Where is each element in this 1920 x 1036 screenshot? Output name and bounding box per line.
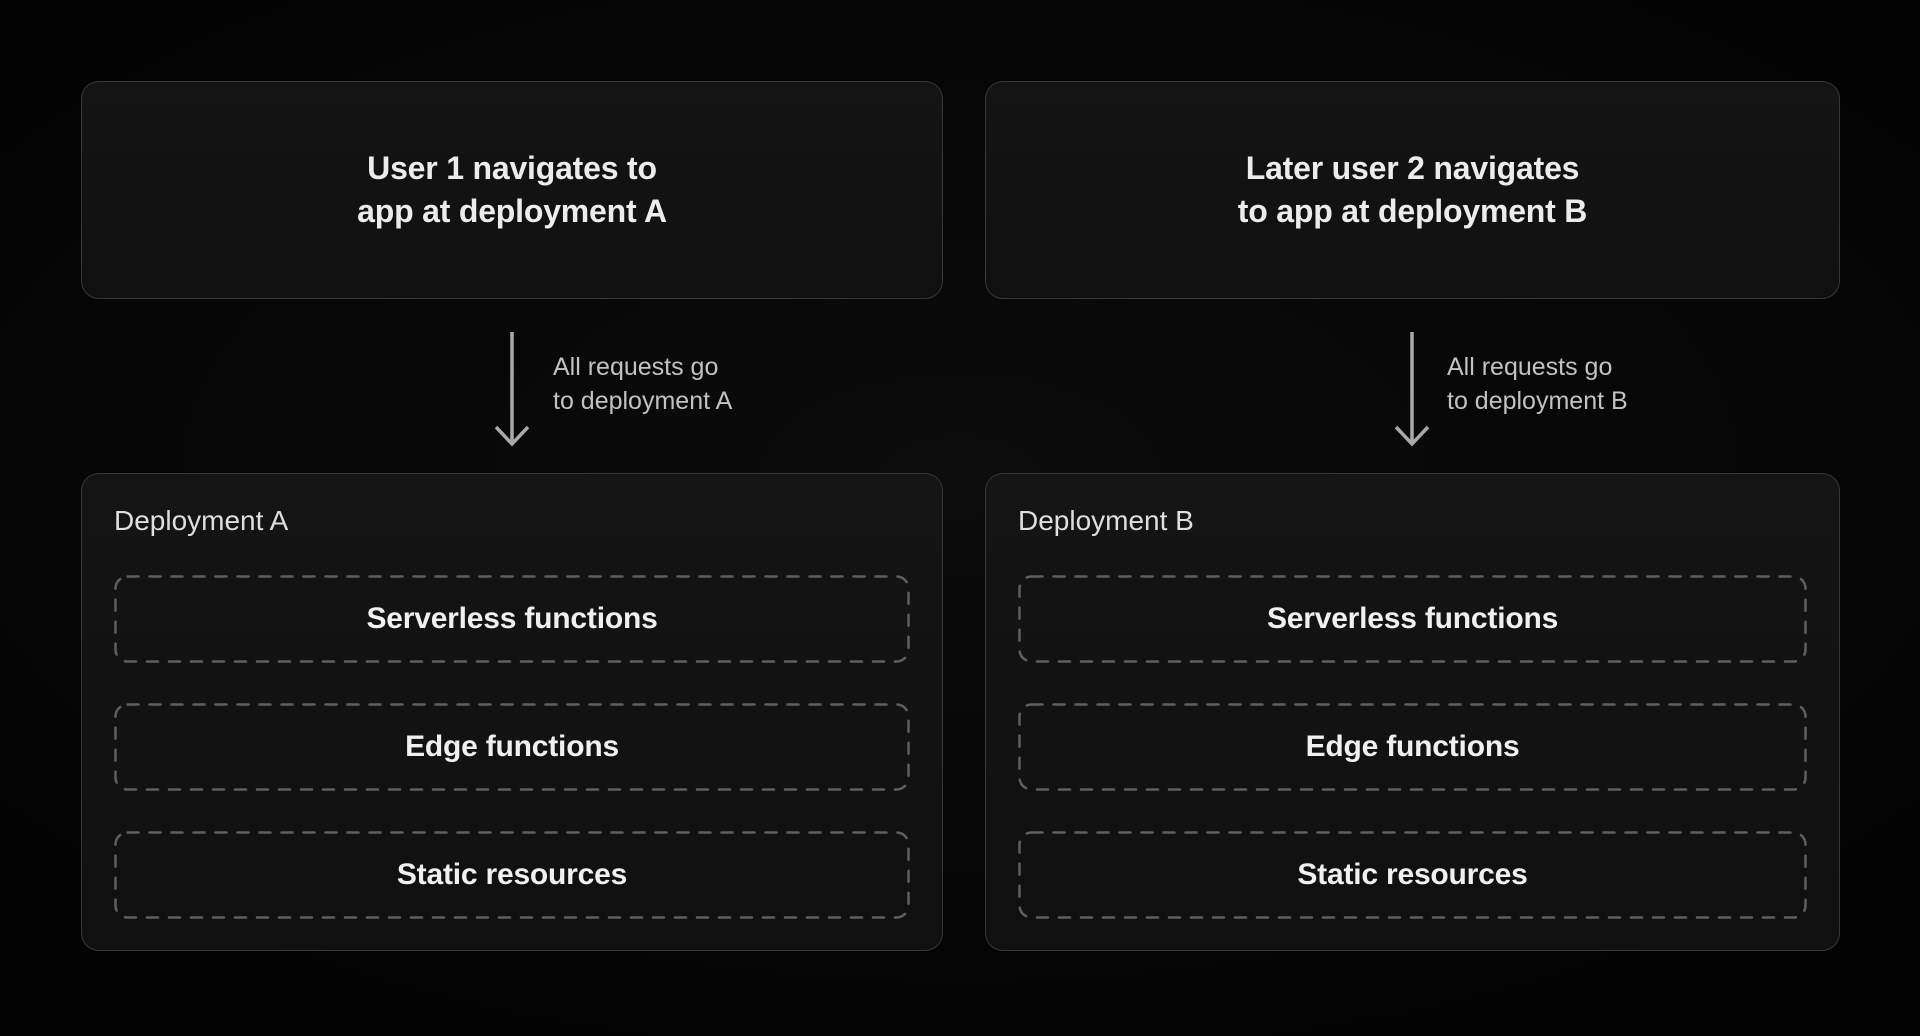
deployment-item-label: Static resources — [397, 858, 627, 892]
deployment-b-items: Serverless functions Edge functions Stat… — [1018, 575, 1807, 919]
arrow-down-icon — [490, 330, 534, 450]
deployment-item-static-resources: Static resources — [1018, 831, 1807, 919]
user-navigation-text-b: Later user 2 navigates to app at deploym… — [1238, 147, 1587, 233]
user-navigation-text-a-line1: User 1 navigates to — [357, 147, 667, 190]
arrow-label-b-line1: All requests go — [1447, 350, 1628, 384]
deployment-item-label: Serverless functions — [1267, 602, 1558, 636]
arrow-label-b: All requests go to deployment B — [1447, 350, 1628, 418]
user-navigation-text-a-line2: app at deployment A — [357, 190, 667, 233]
deployment-label-a: Deployment A — [114, 503, 288, 539]
deployment-item-edge-functions: Edge functions — [1018, 703, 1807, 791]
arrow-down-icon — [1390, 330, 1434, 450]
deployment-item-label: Static resources — [1297, 858, 1527, 892]
deployment-item-label: Edge functions — [1306, 730, 1520, 764]
deployment-item-label: Edge functions — [405, 730, 619, 764]
arrow-label-b-line2: to deployment B — [1447, 384, 1628, 418]
deployment-item-edge-functions: Edge functions — [114, 703, 910, 791]
deployment-item-label: Serverless functions — [366, 602, 657, 636]
user-navigation-text-a: User 1 navigates to app at deployment A — [357, 147, 667, 233]
arrow-label-a-line2: to deployment A — [553, 384, 732, 418]
user-navigation-text-b-line1: Later user 2 navigates — [1238, 147, 1587, 190]
deployment-a-items: Serverless functions Edge functions Stat… — [114, 575, 910, 919]
deployment-item-static-resources: Static resources — [114, 831, 910, 919]
deployment-label-b: Deployment B — [1018, 503, 1194, 539]
arrow-label-a-line1: All requests go — [553, 350, 732, 384]
deployment-item-serverless-functions: Serverless functions — [1018, 575, 1807, 663]
diagram-canvas: User 1 navigates to app at deployment A … — [0, 0, 1920, 1036]
deployment-item-serverless-functions: Serverless functions — [114, 575, 910, 663]
user-navigation-box-b: Later user 2 navigates to app at deploym… — [985, 81, 1840, 299]
user-navigation-box-a: User 1 navigates to app at deployment A — [81, 81, 943, 299]
arrow-label-a: All requests go to deployment A — [553, 350, 732, 418]
user-navigation-text-b-line2: to app at deployment B — [1238, 190, 1587, 233]
